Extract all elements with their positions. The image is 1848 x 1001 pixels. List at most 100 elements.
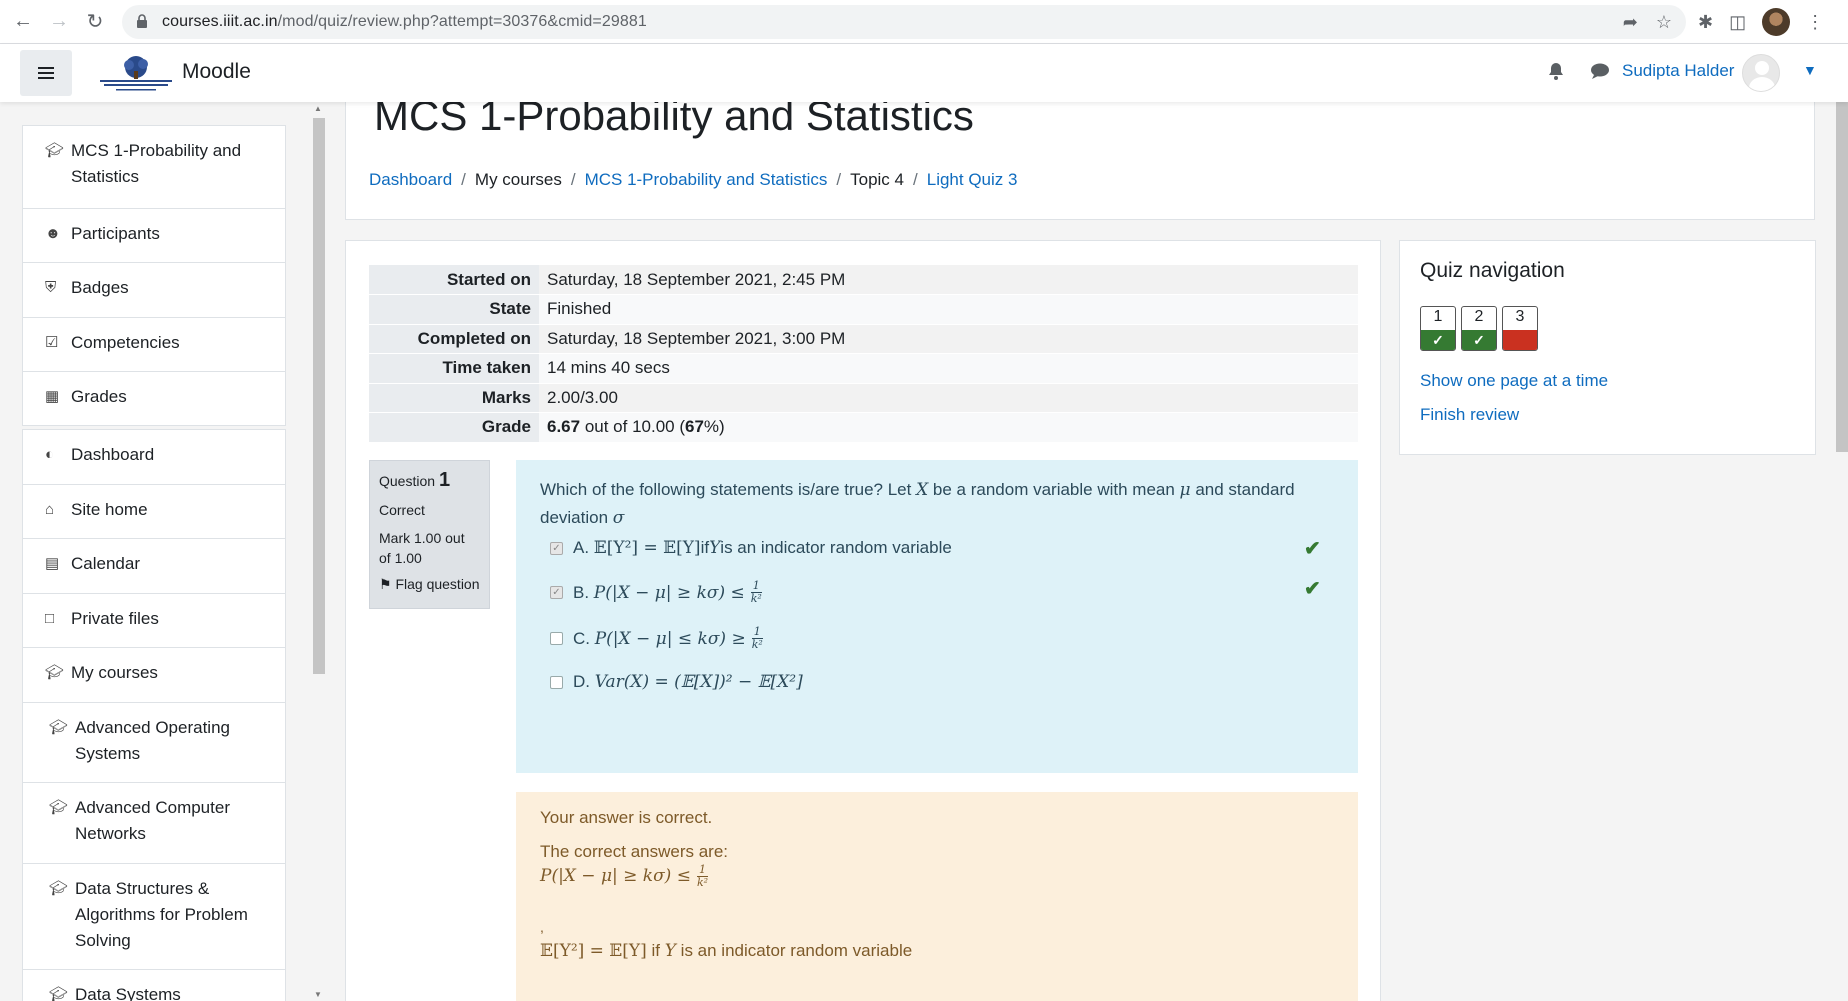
show-one-page-link[interactable]: Show one page at a time xyxy=(1420,371,1608,391)
correct-check-icon: ✔ xyxy=(1304,578,1321,600)
grade-percent: 67 xyxy=(685,417,704,437)
correct-check-icon: ✔ xyxy=(1304,538,1321,560)
breadcrumb-separator: / xyxy=(913,170,918,189)
extensions-icon[interactable]: ✱ xyxy=(1698,12,1713,33)
question-mark: Mark 1.00 out of 1.00 xyxy=(379,530,465,566)
table-row: Started on Saturday, 18 September 2021, 2… xyxy=(369,265,1358,295)
breadcrumb-dashboard[interactable]: Dashboard xyxy=(369,170,452,190)
correct-answer-1: P(|X − μ| ≥ kσ) ≤ 1 k² xyxy=(540,864,1334,889)
notification-bell-icon[interactable] xyxy=(1548,62,1564,85)
sidebar-item-dsa[interactable]: 🎓︎ Data Structures & Algorithms for Prob… xyxy=(23,863,285,969)
math-var-mu: μ xyxy=(1179,480,1191,500)
sidebar-item-course[interactable]: 🎓︎ MCS 1-Probability and Statistics xyxy=(23,126,285,208)
flag-question-link[interactable]: ⚑︎ Flag question xyxy=(379,576,480,593)
messages-icon[interactable] xyxy=(1590,62,1610,85)
sidebar-item-dashboard[interactable]: ◐ Dashboard xyxy=(23,430,285,484)
sidebar-item-advanced-computer-networks[interactable]: 🎓︎ Advanced Computer Networks xyxy=(23,782,285,863)
table-row: State Finished xyxy=(369,294,1358,325)
share-icon[interactable]: ➦ xyxy=(1623,12,1638,33)
user-menu-name[interactable]: Sudipta Halder xyxy=(1622,61,1734,81)
quiz-nav-question-3[interactable]: 3 xyxy=(1502,306,1538,351)
fraction: 1 k² xyxy=(752,626,763,651)
caret-down-icon[interactable]: ▼ xyxy=(1803,62,1817,78)
check-square-icon: ☑ xyxy=(45,334,59,351)
breadcrumb-course[interactable]: MCS 1-Probability and Statistics xyxy=(585,170,828,190)
sidebar-item-label: Private files xyxy=(71,609,159,628)
breadcrumb: Dashboard / My courses / MCS 1-Probabili… xyxy=(369,170,1017,190)
quiz-nav-question-1[interactable]: 1 ✓ xyxy=(1420,306,1456,351)
sidebar-item-competencies[interactable]: ☑ Competencies xyxy=(23,317,285,371)
breadcrumb-separator: / xyxy=(461,170,466,189)
hamburger-menu-button[interactable] xyxy=(20,50,72,96)
question-label: Question xyxy=(379,473,436,489)
user-avatar[interactable] xyxy=(1742,54,1780,92)
address-bar[interactable]: courses.iiit.ac.in/mod/quiz/review.php?a… xyxy=(122,5,1686,39)
sidebar-item-label: Competencies xyxy=(71,333,180,352)
sidebar-item-badges[interactable]: ⛨ Badges xyxy=(23,262,285,317)
iiit-logo[interactable] xyxy=(96,53,176,93)
math-var-y: Y xyxy=(709,538,721,558)
back-arrow-icon[interactable]: ← xyxy=(5,4,41,40)
quiz-nav-question-2[interactable]: 2 ✓ xyxy=(1461,306,1497,351)
option-text: if xyxy=(700,538,710,557)
forward-arrow-icon[interactable]: → xyxy=(41,4,77,40)
kebab-menu-icon[interactable]: ⋮ xyxy=(1806,12,1824,33)
checkbox-unchecked[interactable] xyxy=(550,675,563,689)
side-panel-icon[interactable]: ◫ xyxy=(1729,12,1746,33)
browser-profile-avatar[interactable] xyxy=(1762,8,1791,36)
fraction: 1 k² xyxy=(751,580,762,605)
question-button-number: 2 xyxy=(1474,308,1484,325)
question-button-number: 3 xyxy=(1515,308,1525,325)
sidebar-item-grades[interactable]: ▦ Grades xyxy=(23,371,285,425)
option-letter: D. xyxy=(573,672,590,691)
hamburger-icon xyxy=(38,72,54,74)
summary-label: Completed on xyxy=(369,324,539,354)
url-host: courses.iiit.ac.in xyxy=(162,13,278,30)
correct-answers-heading: The correct answers are: xyxy=(540,842,729,861)
correct-answer-math: P(|X − μ| ≥ kσ) ≤ xyxy=(540,865,691,886)
grade-value: 6.67 xyxy=(547,417,581,437)
checkbox-unchecked[interactable] xyxy=(550,632,563,645)
sidebar-item-data-systems[interactable]: 🎓︎ Data Systems xyxy=(23,969,285,1001)
sidebar-item-site-home[interactable]: ⌂ Site home xyxy=(23,484,285,538)
sidebar-scrollbar-thumb[interactable] xyxy=(313,118,325,674)
graduation-cap-icon: 🎓︎ xyxy=(49,880,69,897)
option-math: Var(X) = (𝔼[X])² − 𝔼[X²] xyxy=(594,672,803,692)
sidebar-item-advanced-operating-systems[interactable]: 🎓︎ Advanced Operating Systems xyxy=(23,702,285,782)
star-icon[interactable]: ☆ xyxy=(1656,12,1672,33)
sidebar-item-calendar[interactable]: ▤ Calendar xyxy=(23,538,285,593)
answer-option-d[interactable]: D. Var(X) = (𝔼[X])² − 𝔼[X²] xyxy=(550,672,803,692)
sidebar-item-my-courses[interactable]: 🎓︎ My courses xyxy=(23,647,285,702)
sidebar-item-label: Calendar xyxy=(71,554,140,573)
sidebar-item-label: Data Structures & Algorithms for Problem… xyxy=(75,879,248,950)
graduation-cap-icon: 🎓︎ xyxy=(45,664,65,681)
graduation-cap-icon: 🎓︎ xyxy=(49,986,69,1001)
sidebar-item-participants[interactable]: ☻ Participants xyxy=(23,208,285,262)
sidebar-item-label: My courses xyxy=(71,663,158,682)
sidebar-item-private-files[interactable]: □ Private files xyxy=(23,593,285,647)
finish-review-link[interactable]: Finish review xyxy=(1420,405,1519,425)
math-var-x: X xyxy=(916,480,929,500)
breadcrumb-quiz[interactable]: Light Quiz 3 xyxy=(927,170,1018,190)
question-text-part: be a random variable with mean xyxy=(928,480,1180,499)
quiz-navigation-block: Quiz navigation 1 ✓ 2 ✓ 3 Show one page … xyxy=(1399,240,1816,455)
page-scrollbar-thumb[interactable] xyxy=(1836,48,1848,452)
question-text: Which of the following statements is/are… xyxy=(540,476,1334,532)
incorrect-status-bar xyxy=(1503,330,1537,350)
sidebar-item-label: Grades xyxy=(71,387,127,406)
correct-answer-text: if xyxy=(646,941,665,960)
fraction-denominator: k² xyxy=(696,876,709,889)
reload-icon[interactable]: ↻ xyxy=(77,4,113,40)
breadcrumb-separator: / xyxy=(836,170,842,189)
answer-option-a[interactable]: ✓ A. 𝔼[Y²] = 𝔼[Y] if Y is an indicator r… xyxy=(550,538,952,558)
grade-percent-sign: %) xyxy=(703,417,725,437)
checkbox-checked[interactable]: ✓ xyxy=(550,541,563,555)
scroll-down-arrow-icon[interactable]: ▼ xyxy=(314,990,322,999)
answer-option-b[interactable]: ✓ B. P(|X − μ| ≥ kσ) ≤ 1 k² xyxy=(550,580,762,605)
site-brand[interactable]: Moodle xyxy=(182,60,251,84)
checkbox-checked[interactable]: ✓ xyxy=(550,586,563,599)
table-row: Grade 6.67 out of 10.00 (67%) xyxy=(369,412,1358,443)
scroll-up-arrow-icon[interactable]: ▲ xyxy=(314,104,322,113)
feedback-result: Your answer is correct. xyxy=(540,808,713,827)
answer-option-c[interactable]: C. P(|X − μ| ≤ kσ) ≥ 1 k² xyxy=(550,626,763,651)
